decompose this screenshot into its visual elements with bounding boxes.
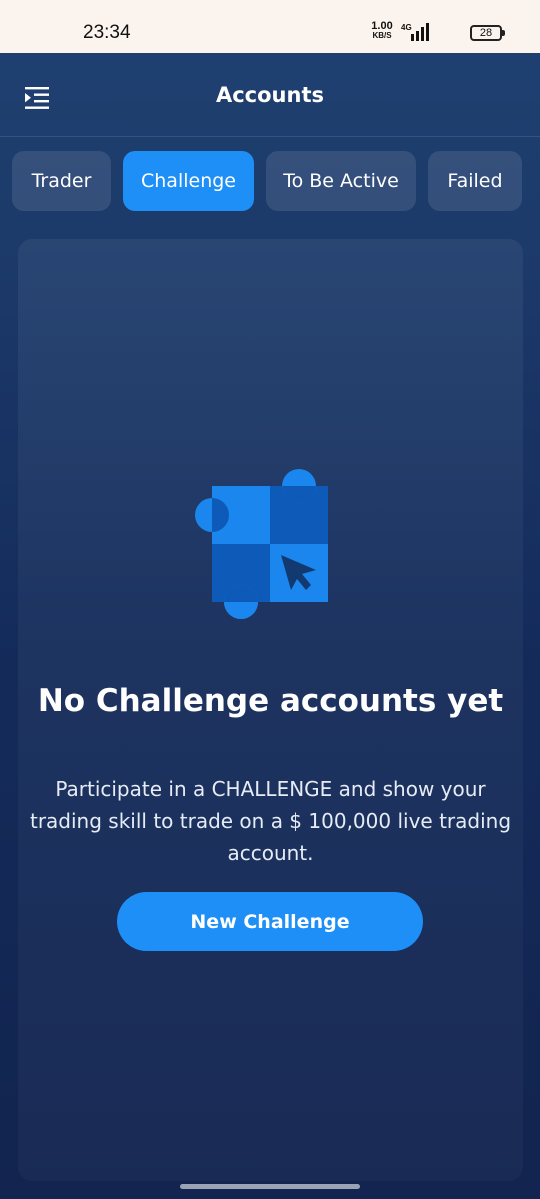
network-speed-unit: KB/S [372,31,392,40]
network-type-label: 4G [401,23,412,32]
tab-label: To Be Active [283,170,399,192]
battery-icon: 28 [470,25,505,41]
tab-label: Failed [447,170,503,192]
new-challenge-label: New Challenge [190,910,350,933]
empty-state-title: No Challenge accounts yet [37,683,504,719]
tab-challenge[interactable]: Challenge [123,151,254,211]
tab-to-be-active[interactable]: To Be Active [266,151,416,211]
status-bar: 23:34 1.00 KB/S 4G 28 [0,0,540,53]
new-challenge-button[interactable]: New Challenge [117,892,423,951]
empty-state-description: Participate in a CHALLENGE and show your… [29,777,512,865]
status-time: 23:34 [83,22,131,43]
tab-failed[interactable]: Failed [428,151,522,211]
home-indicator [180,1184,360,1189]
puzzle-cursor-icon [195,469,328,619]
signal-icon: 4G [401,23,429,41]
tab-label: Trader [31,170,92,192]
empty-state-card: No Challenge accounts yet Participate in… [18,239,523,1181]
network-speed: 1.00 KB/S [367,21,397,41]
page-title: Accounts [215,83,324,107]
tab-label: Challenge [141,170,236,192]
battery-level: 28 [479,27,493,39]
app-header: Accounts [0,53,540,137]
account-tabs: Trader Challenge To Be Active Failed [0,151,540,211]
tab-trader[interactable]: Trader [12,151,111,211]
